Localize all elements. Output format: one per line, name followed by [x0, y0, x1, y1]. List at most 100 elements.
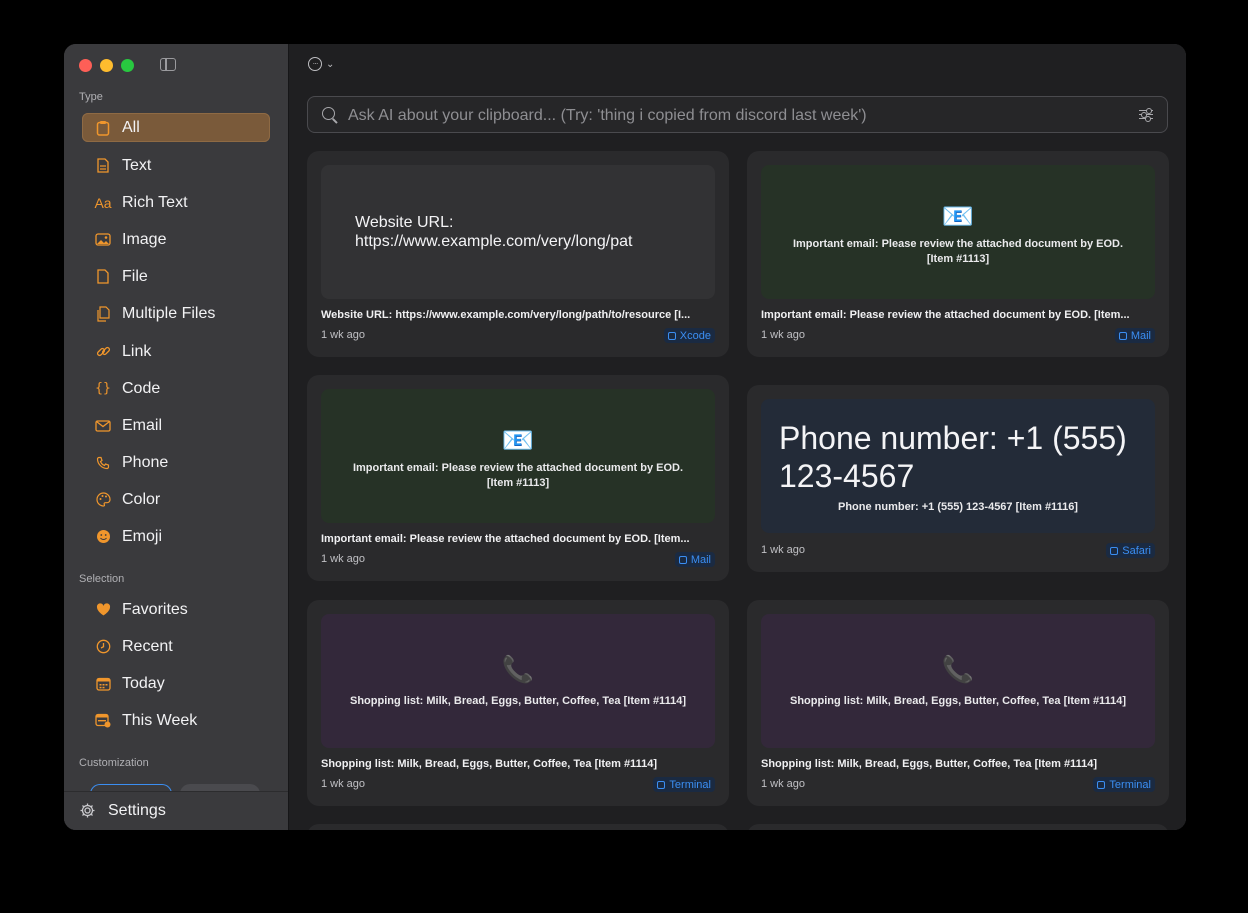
sidebar-item-this-week[interactable]: This Week — [82, 706, 270, 735]
card-title: Shopping list: Milk, Bread, Eggs, Butter… — [321, 758, 657, 770]
app-icon — [667, 331, 676, 340]
sidebar-item-label: Recent — [122, 637, 173, 655]
sidebar-item-image[interactable]: Image — [82, 225, 270, 254]
app-icon — [1097, 780, 1106, 789]
clipboard-card[interactable] — [307, 824, 729, 830]
gear-icon — [79, 802, 97, 820]
sidebar-item-file[interactable]: File — [82, 262, 270, 291]
sidebar-item-code[interactable]: {} Code — [82, 374, 270, 403]
calendar-today-icon — [94, 675, 112, 693]
clipboard-card[interactable]: 📧 Important email: Please review the att… — [747, 151, 1169, 357]
phone-icon — [94, 454, 112, 472]
sidebar-item-label: Text — [122, 156, 152, 174]
sidebar-item-today[interactable]: Today — [82, 669, 270, 698]
selection-section-label: Selection — [79, 573, 125, 585]
sidebar-item-all[interactable]: All — [82, 113, 270, 142]
clipboard-card[interactable] — [747, 824, 1169, 830]
sidebar-item-label: Phone — [122, 453, 169, 471]
document-text-icon — [94, 157, 112, 175]
sidebar-toggle-icon[interactable] — [160, 58, 176, 71]
sidebar-item-label: Color — [122, 490, 161, 508]
card-preview: Phone number: +1 (555) 123-4567 Phone nu… — [761, 399, 1155, 533]
chevron-down-icon: ⌄ — [326, 58, 335, 70]
card-time: 1 wk ago — [321, 778, 366, 790]
card-time: 1 wk ago — [761, 329, 806, 341]
app-badge: Mail — [674, 552, 715, 567]
minimize-window-button[interactable] — [100, 59, 113, 72]
telephone-emoji-icon: 📞 — [501, 654, 535, 684]
sidebar: Type All Text Aa Rich Text Image File Mu… — [64, 44, 289, 830]
sidebar-item-link[interactable]: Link — [82, 337, 270, 366]
rich-text-icon: Aa — [94, 194, 112, 211]
sidebar-item-text[interactable]: Text — [82, 151, 270, 180]
app-name: Mail — [690, 553, 711, 566]
card-preview: 📧 Important email: Please review the att… — [761, 165, 1155, 299]
clipboard-card[interactable]: 📞 Shopping list: Milk, Bread, Eggs, Butt… — [747, 600, 1169, 806]
clipboard-card[interactable]: Website URL: https://www.example.com/ver… — [307, 151, 729, 357]
preview-text: Phone number: +1 (555) 123-4567 [Item #1… — [838, 501, 1078, 513]
zoom-window-button[interactable] — [121, 59, 134, 72]
card-title: Important email: Please review the attac… — [321, 533, 690, 545]
clock-icon — [94, 638, 112, 656]
sidebar-item-color[interactable]: Color — [82, 485, 270, 514]
envelope-icon — [94, 417, 112, 435]
sidebar-item-label: Today — [122, 674, 165, 692]
sidebar-item-recent[interactable]: Recent — [82, 632, 270, 661]
envelope-emoji-icon: 📧 — [941, 201, 975, 231]
app-badge: Mail — [1114, 328, 1155, 343]
app-name: Terminal — [669, 778, 711, 791]
preview-text: Shopping list: Milk, Bread, Eggs, Butter… — [350, 695, 686, 707]
app-name: Safari — [1122, 544, 1151, 557]
card-time: 1 wk ago — [761, 544, 806, 556]
app-badge: Terminal — [1093, 777, 1155, 792]
sidebar-item-favorites[interactable]: Favorites — [82, 595, 270, 624]
app-name: Terminal — [1109, 778, 1151, 791]
clipboard-card[interactable]: 📞 Shopping list: Milk, Bread, Eggs, Butt… — [307, 600, 729, 806]
sidebar-item-label: Favorites — [122, 600, 188, 618]
sidebar-item-label: Multiple Files — [122, 304, 216, 322]
app-badge: Xcode — [663, 328, 715, 343]
card-time: 1 wk ago — [321, 329, 366, 341]
preview-text: Website URL: https://www.example.com/ver… — [355, 214, 633, 250]
card-time: 1 wk ago — [321, 553, 366, 565]
sidebar-item-label: Code — [122, 379, 161, 397]
window-controls — [79, 59, 134, 72]
preview-text: Shopping list: Milk, Bread, Eggs, Butter… — [790, 695, 1126, 707]
more-options-button[interactable]: ··· ⌄ — [308, 57, 334, 71]
clipboard-card[interactable]: 📧 Important email: Please review the att… — [307, 375, 729, 581]
sidebar-item-label: File — [122, 267, 148, 285]
sidebar-item-label: Rich Text — [122, 193, 188, 211]
sidebar-item-rich-text[interactable]: Aa Rich Text — [82, 188, 270, 217]
customization-section-label: Customization — [79, 757, 149, 769]
search-input[interactable] — [346, 97, 1130, 134]
type-section-label: Type — [79, 91, 103, 103]
filter-sliders-icon[interactable] — [1139, 107, 1153, 122]
settings-button[interactable]: Settings — [64, 791, 288, 830]
app-icon — [1110, 546, 1119, 555]
sidebar-item-multiple-files[interactable]: Multiple Files — [82, 299, 270, 328]
sidebar-item-email[interactable]: Email — [82, 411, 270, 440]
link-icon — [94, 343, 112, 361]
ai-search-bar — [307, 96, 1168, 134]
envelope-emoji-icon: 📧 — [501, 425, 535, 455]
app-window: Type All Text Aa Rich Text Image File Mu… — [64, 44, 1186, 830]
sidebar-item-emoji[interactable]: Emoji — [82, 522, 270, 551]
app-icon — [1118, 331, 1127, 340]
close-window-button[interactable] — [79, 59, 92, 72]
sidebar-item-label: All — [122, 118, 140, 136]
card-preview: 📧 Important email: Please review the att… — [321, 389, 715, 523]
sidebar-item-phone[interactable]: Phone — [82, 448, 270, 477]
sidebar-item-label: Image — [122, 230, 167, 248]
card-title: Important email: Please review the attac… — [761, 309, 1130, 321]
telephone-emoji-icon: 📞 — [941, 654, 975, 684]
clipboard-card[interactable]: Phone number: +1 (555) 123-4567 Phone nu… — [747, 385, 1169, 572]
card-time: 1 wk ago — [761, 778, 806, 790]
preview-phone-number: Phone number: +1 (555) 123-4567 — [779, 420, 1127, 494]
card-preview: 📞 Shopping list: Milk, Bread, Eggs, Butt… — [321, 614, 715, 748]
smiley-icon — [94, 528, 112, 546]
app-badge: Safari — [1106, 543, 1155, 558]
sidebar-item-label: Email — [122, 416, 163, 434]
clipboard-icon — [94, 119, 112, 137]
app-name: Mail — [1130, 329, 1151, 342]
ellipsis-circle-icon: ··· — [308, 57, 322, 71]
